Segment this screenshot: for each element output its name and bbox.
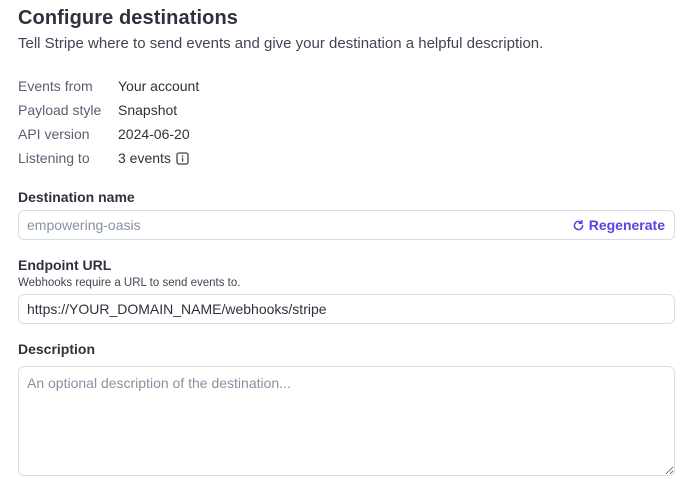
info-icon[interactable] (176, 151, 189, 165)
summary-key: Events from (18, 78, 93, 94)
summary-key: Listening to (18, 150, 90, 166)
endpoint-url-hint: Webhooks require a URL to send events to… (18, 277, 241, 289)
summary-row-api-version: API version 2024-06-20 (18, 122, 418, 146)
description-label: Description (18, 341, 96, 357)
destination-name-label: Destination name (18, 189, 135, 205)
destination-name-placeholder: empowering-oasis (27, 217, 141, 233)
destination-summary: Events from Your account Payload style S… (18, 74, 418, 170)
configure-destinations-page: Configure destinations Tell Stripe where… (0, 0, 695, 491)
endpoint-url-label: Endpoint URL (18, 257, 112, 273)
events-count: 3 events (118, 150, 171, 166)
regenerate-button[interactable]: Regenerate (572, 217, 665, 233)
destination-name-field[interactable]: empowering-oasis Regenerate (18, 210, 675, 240)
summary-row-listening-to: Listening to 3 events (18, 146, 418, 170)
endpoint-url-input[interactable]: https://YOUR_DOMAIN_NAME/webhooks/stripe (18, 294, 675, 324)
summary-key: API version (18, 126, 90, 142)
description-textarea[interactable] (18, 366, 675, 476)
endpoint-url-value: https://YOUR_DOMAIN_NAME/webhooks/stripe (27, 301, 327, 317)
summary-value: Snapshot (118, 102, 178, 118)
summary-row-events-from: Events from Your account (18, 74, 418, 98)
refresh-icon (573, 219, 584, 230)
summary-row-payload-style: Payload style Snapshot (18, 98, 418, 122)
summary-value: Your account (118, 78, 200, 94)
summary-value: 2024-06-20 (118, 126, 190, 142)
regenerate-label: Regenerate (588, 217, 665, 233)
summary-key: Payload style (18, 102, 102, 118)
summary-value-events: 3 events (118, 150, 189, 166)
page-title: Configure destinations (18, 7, 238, 29)
page-subtitle: Tell Stripe where to send events and giv… (18, 35, 544, 52)
